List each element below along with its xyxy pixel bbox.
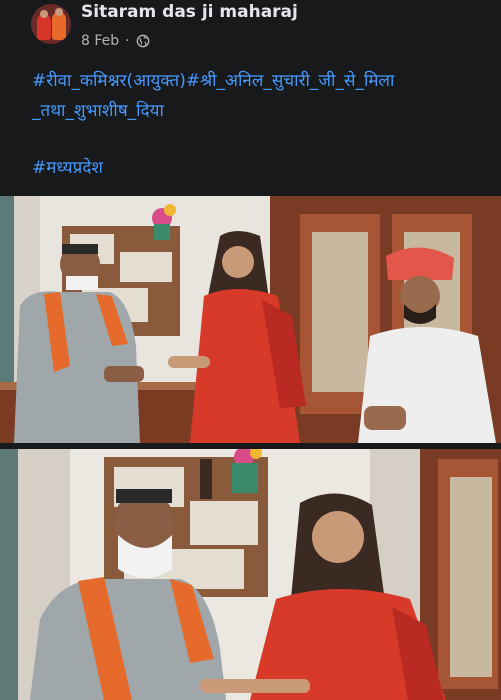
globe-icon[interactable]	[136, 34, 150, 48]
meta-separator: ·	[125, 33, 130, 49]
avatar-face	[55, 8, 63, 16]
photo-illustration	[0, 196, 501, 443]
avatar-face	[40, 10, 48, 18]
avatar-figure	[52, 12, 66, 40]
post-text: #रीवा_कमिश्नर(आयुक्त)#श्री_अनिल_सुचारी_ज…	[32, 66, 482, 126]
photo-illustration	[0, 449, 501, 700]
post-header: Sitaram das ji maharaj 8 Feb ·	[0, 0, 501, 60]
hashtag-line[interactable]: #रीवा_कमिश्नर(आयुक्त)#श्री_अनिल_सुचारी_ज…	[32, 66, 482, 96]
photo-meeting-2[interactable]	[0, 449, 501, 700]
author-name[interactable]: Sitaram das ji maharaj	[81, 2, 298, 22]
hashtag-link[interactable]: #मध्यप्रदेश	[32, 154, 103, 182]
post-date[interactable]: 8 Feb	[81, 33, 119, 49]
hashtag-line[interactable]: _तथा_शुभाशीष_दिया	[32, 96, 482, 126]
photo-meeting-1[interactable]	[0, 196, 501, 443]
post-meta: 8 Feb ·	[81, 33, 150, 49]
avatar[interactable]	[31, 4, 71, 44]
